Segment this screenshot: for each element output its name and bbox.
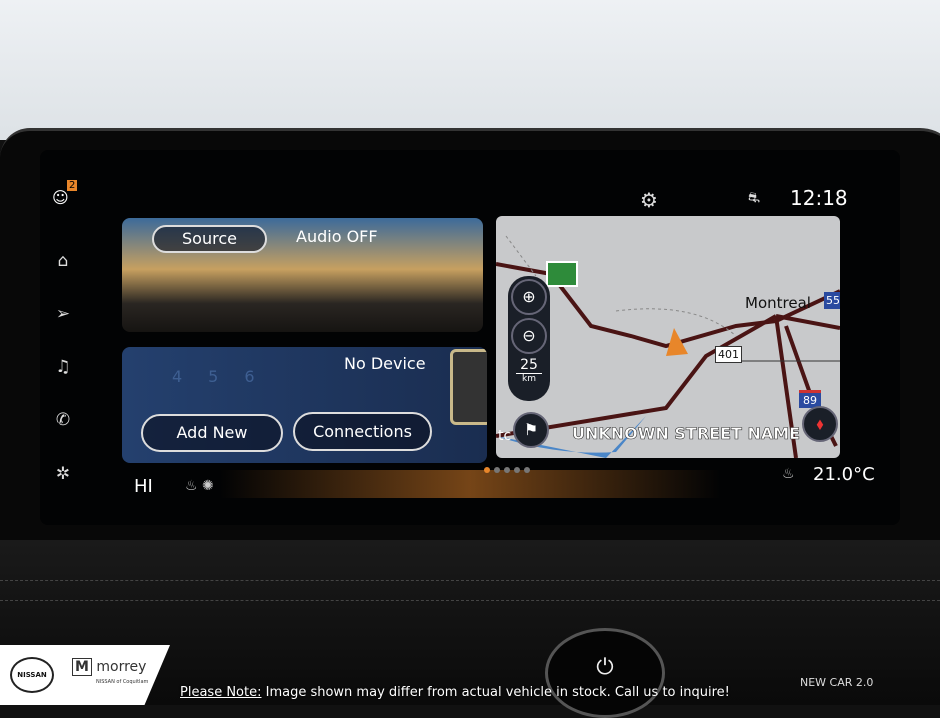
music-icon[interactable]: ♫ [52,356,74,378]
keypad-graphic: 456 [172,367,281,386]
stitching [0,580,940,582]
map-scale: 25 [520,357,538,373]
source-button[interactable]: Source [152,225,267,253]
nissan-logo: NISSAN [10,657,54,693]
street-name: UNKNOWN STREET NAME [572,424,801,444]
connections-button[interactable]: Connections [293,412,432,451]
page-dot[interactable] [504,467,510,473]
page-dot[interactable] [514,467,520,473]
dealer-logo: M morrey [72,658,146,676]
phone-icon[interactable]: ✆ [52,409,74,431]
interstate-shield: 55 [824,292,840,309]
temperature[interactable]: 21.0°C [813,464,875,485]
page-indicator[interactable] [484,467,530,473]
page-dot[interactable] [524,467,530,473]
showroom-background [0,0,940,140]
settings-gear-icon[interactable]: ⚙ [640,188,658,212]
clock: 12:18 [790,186,848,210]
stitching [0,600,940,602]
notification-badge: 2 [67,180,78,191]
audio-status: Audio OFF [296,227,378,246]
new-car-badge: NEW CAR 2.0 [800,676,874,689]
profile-icon[interactable]: ☺ 2 [52,180,78,207]
city-label: Montreal [745,294,811,312]
seat-icon[interactable]: ♨ [782,466,795,482]
partial-label: tc [498,428,512,444]
map-scale-unit: km [516,373,542,384]
home-icon[interactable]: ⌂ [52,250,74,272]
zoom-out-button[interactable]: ⊖ [511,318,547,354]
zoom-controls: ⊕ ⊖ 25 km [508,276,550,401]
fan-speed[interactable]: HI [134,476,153,497]
phone-icon [450,349,487,425]
compass-button[interactable]: ⬧ [802,406,838,442]
navigation-map[interactable]: Montreal 401 55 89 ⊕ ⊖ 25 km ⚑ tc UNKNOW… [496,216,840,458]
power-icon: ⏻ [596,655,614,680]
page-dot-active[interactable] [484,467,490,473]
dealer-subtitle: NISSAN of Coquitlam [96,679,149,685]
dealer-logos: NISSAN M morrey NISSAN of Coquitlam [0,645,170,705]
add-new-button[interactable]: Add New [141,414,283,452]
climate-glow [220,470,720,498]
navigation-icon[interactable]: ➢ [52,303,74,325]
seat-heater-icon[interactable]: ♨ ✺ [185,478,214,494]
highway-shield: 401 [715,346,742,363]
disclaimer: Please Note: Image shown may differ from… [180,685,730,700]
phone-status: No Device [344,354,426,373]
park-marker-icon [546,261,578,287]
page-dot[interactable] [494,467,500,473]
climate-fan-icon[interactable]: ✲ [52,463,74,485]
zoom-in-button[interactable]: ⊕ [511,279,547,315]
audio-widget[interactable]: Source Audio OFF [122,218,483,332]
phone-widget[interactable]: 456 No Device Add New Connections [122,347,487,463]
destination-search-button[interactable]: ⚑ [513,412,549,448]
vehicle-status-icon: ⛐ [748,190,761,206]
